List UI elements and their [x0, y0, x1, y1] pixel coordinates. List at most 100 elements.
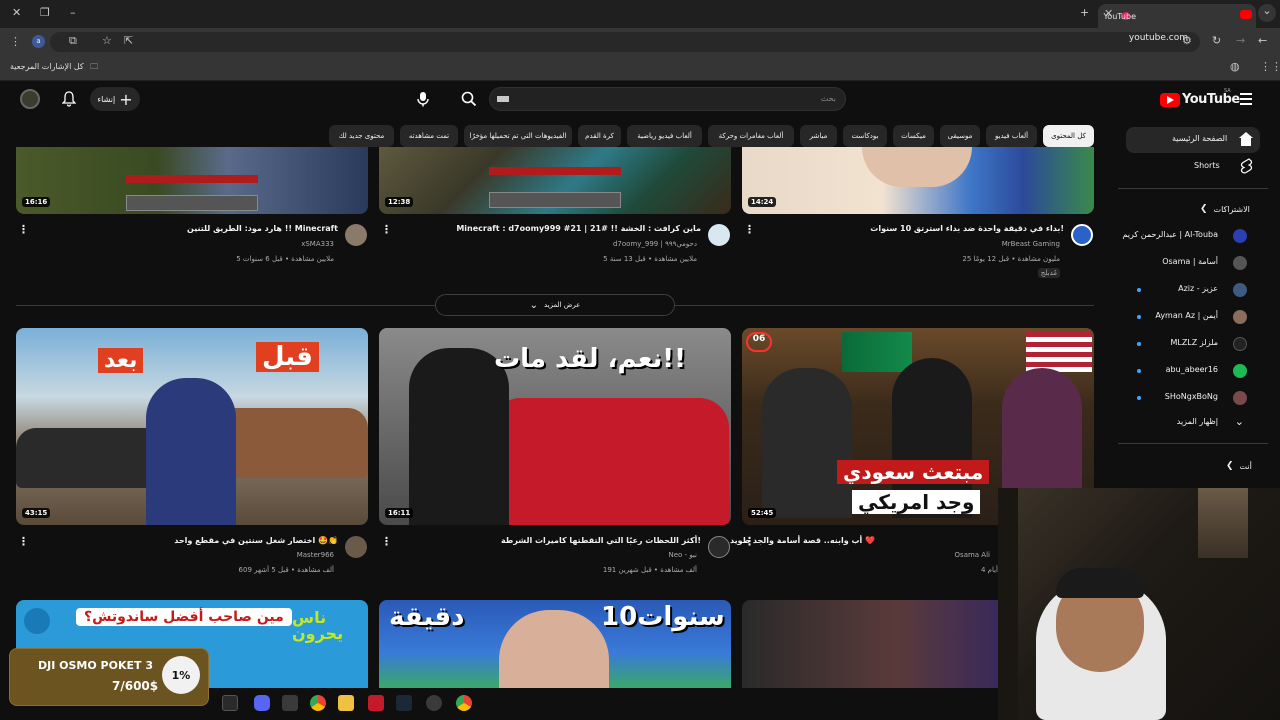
all-bookmarks-link[interactable]: كل الإشارات المرجعية 🗀: [10, 61, 98, 75]
file-explorer-icon[interactable]: [338, 695, 354, 711]
minimize-window-icon[interactable]: –: [70, 6, 76, 19]
chip-action-adventure-games[interactable]: ألعاب مغامرات وحركة: [708, 125, 794, 147]
video-meta: 5 ملايين مشاهدة • قبل 13 سنة: [603, 255, 697, 263]
chip-mixes[interactable]: ميكسات: [893, 125, 934, 147]
youtube-logo-text[interactable]: YouTube: [1182, 92, 1240, 107]
share-icon[interactable]: ⇱: [124, 34, 133, 47]
sidebar-show-more[interactable]: إظهار المزيد ⌄: [1126, 413, 1260, 433]
account-avatar[interactable]: [20, 89, 40, 109]
video-thumbnail[interactable]: نعم، لقد مات!! 16:11: [379, 328, 731, 525]
steam-icon[interactable]: [396, 695, 412, 711]
video-duration: 14:24: [748, 197, 777, 207]
video-thumbnail[interactable]: 14:24: [742, 147, 1094, 214]
notifications-button[interactable]: [60, 90, 78, 108]
video-title[interactable]: اختصار شغل سنتين في مقطع واحد 🤩👏: [174, 536, 338, 545]
apps-grid-icon[interactable]: ⋮⋮: [1260, 60, 1280, 73]
rusty-car: [216, 408, 368, 478]
channel-name[interactable]: xSMA333: [301, 240, 334, 248]
channel-name[interactable]: Neo - نيو: [669, 551, 698, 559]
search-button[interactable]: [458, 89, 480, 109]
sidebar-sub-item[interactable]: SHoNgxBoNg: [1126, 387, 1260, 409]
video-thumbnail[interactable]: 10سنوات دقيقة: [379, 600, 731, 688]
subscriptions-header[interactable]: ❮ الاشتراكات: [1200, 200, 1260, 218]
channel-avatar[interactable]: [345, 224, 367, 246]
video-title[interactable]: أكثر اللحظات رعبًا التي التقطتها كاميرات…: [501, 536, 701, 545]
guide-menu-icon[interactable]: [1240, 93, 1252, 108]
url-text[interactable]: youtube.com: [1129, 33, 1188, 43]
sidebar-sub-item[interactable]: Aziz - عزيز: [1126, 279, 1260, 301]
chip-podcasts[interactable]: بودكاست: [843, 125, 887, 147]
sidebar-home-label: الصفحة الرئيسية: [1172, 134, 1228, 143]
search-input[interactable]: [489, 87, 846, 111]
address-bar[interactable]: [50, 32, 1200, 52]
thumbnail-text: دقيقة: [389, 602, 465, 632]
video-thumbnail[interactable]: 16:16: [16, 147, 368, 214]
chrome-icon[interactable]: [456, 695, 472, 711]
channel-avatar[interactable]: [345, 536, 367, 558]
discord-icon[interactable]: [254, 695, 270, 711]
more-actions-icon[interactable]: ⋮: [381, 223, 392, 236]
show-more-button[interactable]: ⌄ عرض المزيد: [435, 294, 675, 316]
voice-search-button[interactable]: [412, 88, 434, 110]
browser-tab-youtube[interactable]: ✕ YouTube: [1098, 4, 1256, 28]
sidebar-sub-item[interactable]: عبدالرحمن كريم | Al-Touba: [1122, 225, 1260, 247]
bell-icon: [62, 91, 76, 107]
site-settings-icon[interactable]: ⚙: [1182, 34, 1192, 47]
reload-icon[interactable]: ↻: [1212, 34, 1221, 47]
extensions-icon[interactable]: ⧉: [69, 34, 77, 48]
adobe-icon[interactable]: [368, 695, 384, 711]
chip-recently-uploaded[interactable]: الفيديوهات التي تم تحميلها مؤخرًا: [464, 125, 572, 147]
chip-gaming[interactable]: ألعاب فيديو: [986, 125, 1037, 147]
chip-all[interactable]: كل المحتوى: [1043, 125, 1094, 147]
channel-avatar[interactable]: [1071, 224, 1093, 246]
video-thumbnail[interactable]: 12:38: [379, 147, 731, 214]
channel-avatar[interactable]: [708, 224, 730, 246]
chip-football[interactable]: كرة القدم: [578, 125, 621, 147]
video-title[interactable]: بداء في دقيقة واحدة ضد بداء استرتق 10 سن…: [870, 224, 1064, 233]
epic-games-icon[interactable]: [222, 695, 238, 711]
new-content-dot-icon: [1137, 369, 1141, 373]
channel-avatar[interactable]: [708, 536, 730, 558]
you-header[interactable]: ❮ أنت: [1226, 458, 1260, 474]
chip-new-to-you[interactable]: محتوى جديد لك: [329, 125, 394, 147]
menu-kebab-icon[interactable]: ⋮: [10, 35, 21, 48]
chip-watched[interactable]: تمت مشاهدته: [400, 125, 458, 147]
create-button[interactable]: إنشاء +: [90, 87, 140, 111]
profile-avatar[interactable]: a: [32, 35, 45, 48]
chip-music[interactable]: موسيقى: [940, 125, 980, 147]
restore-window-icon[interactable]: ❐: [40, 6, 50, 19]
new-content-dot-icon: [1137, 288, 1141, 292]
chip-sports-games[interactable]: ألعاب فيديو رياضية: [627, 125, 702, 147]
video-thumbnail[interactable]: بعد قبل 43:15: [16, 328, 368, 525]
more-actions-icon[interactable]: ⋮: [744, 223, 755, 236]
sidebar-sub-item[interactable]: MLZLZ ملزلز: [1126, 333, 1260, 355]
video-thumbnail[interactable]: [742, 600, 998, 688]
more-actions-icon[interactable]: ⋮: [18, 535, 29, 548]
forward-icon[interactable]: →: [1236, 34, 1245, 47]
channel-name[interactable]: Master966: [297, 551, 334, 559]
globe-icon[interactable]: ◍: [1230, 60, 1240, 73]
keyboard-icon[interactable]: [497, 96, 509, 102]
video-title[interactable]: Minecraft : d7oomy999 #21 | ماين كرافت :…: [456, 224, 701, 233]
more-actions-icon[interactable]: ⋮: [381, 535, 392, 548]
sub-name: Osama | أسامة: [1162, 257, 1218, 266]
sidebar-sub-item[interactable]: Osama | أسامة: [1126, 252, 1260, 274]
channel-name[interactable]: MrBeast Gaming: [1002, 240, 1060, 248]
chip-live[interactable]: مباشر: [800, 125, 837, 147]
tab-search-icon[interactable]: ⌄: [1258, 4, 1276, 22]
bookmark-star-icon[interactable]: ☆: [102, 34, 112, 47]
chrome-icon[interactable]: [310, 695, 326, 711]
sidebar-sub-item[interactable]: abu_abeer16: [1126, 360, 1260, 382]
channel-name[interactable]: Osama Ali: [955, 551, 990, 559]
video-title[interactable]: هارد مود: الطريق للتنين !! Minecraft: [187, 224, 338, 233]
back-icon[interactable]: ←: [1258, 34, 1267, 47]
more-actions-icon[interactable]: ⋮: [18, 223, 29, 236]
app-icon[interactable]: [282, 695, 298, 711]
close-window-icon[interactable]: ✕: [12, 6, 21, 19]
new-content-dot-icon: [1137, 396, 1141, 400]
sidebar-sub-item[interactable]: Ayman Az | أيمن: [1126, 306, 1260, 328]
new-tab-icon[interactable]: +: [1080, 6, 1089, 19]
more-actions-icon[interactable]: ⋮: [744, 535, 755, 548]
channel-name[interactable]: d7oomy_999 | دحومي٩٩٩: [613, 240, 697, 248]
obs-icon[interactable]: [426, 695, 442, 711]
